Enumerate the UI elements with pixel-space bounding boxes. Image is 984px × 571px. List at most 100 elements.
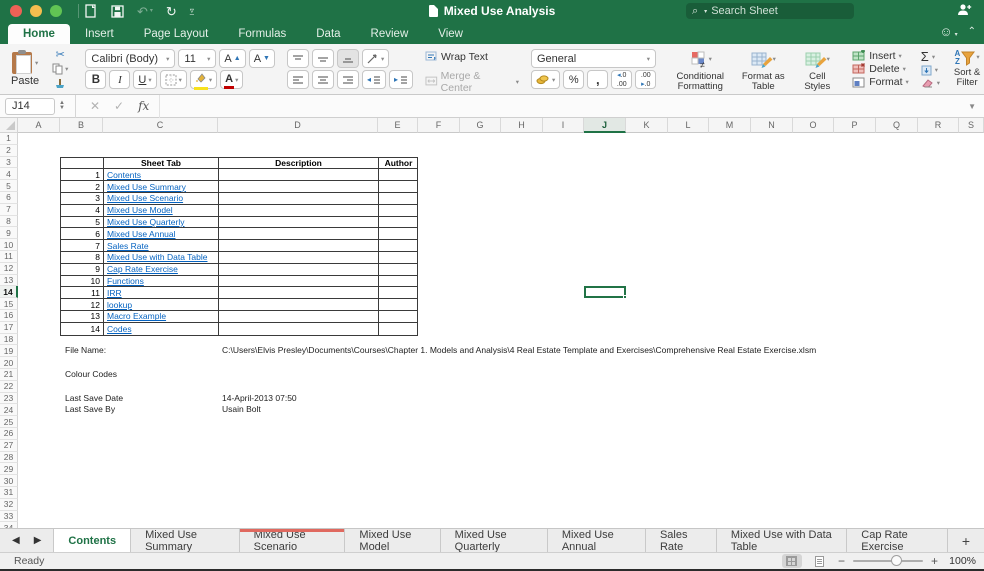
column-header-F[interactable]: F bbox=[418, 118, 460, 133]
sheet-tab-sales-rate[interactable]: Sales Rate bbox=[646, 529, 717, 553]
row-header-23[interactable]: 23 bbox=[0, 392, 18, 405]
align-center-button[interactable] bbox=[311, 70, 334, 89]
column-header-A[interactable]: A bbox=[18, 118, 60, 133]
sheet-link-functions[interactable]: Functions bbox=[107, 276, 144, 286]
sheet-link-mixed-use-annual[interactable]: Mixed Use Annual bbox=[107, 229, 176, 239]
column-header-J[interactable]: J bbox=[584, 118, 626, 133]
normal-view-button[interactable] bbox=[781, 554, 802, 568]
sheet-tab-cap-rate-exercise[interactable]: Cap Rate Exercise bbox=[847, 529, 948, 553]
row-header-10[interactable]: 10 bbox=[0, 239, 18, 251]
author-cell[interactable] bbox=[379, 323, 418, 335]
row-header-29[interactable]: 29 bbox=[0, 463, 18, 476]
paste-button[interactable]: ▾ Paste bbox=[7, 49, 43, 88]
insert-cells-button[interactable]: Insert ▾ bbox=[852, 49, 909, 62]
sheet-link-mixed-use-scenario[interactable]: Mixed Use Scenario bbox=[107, 193, 183, 203]
sheet-link-mixed-use-summary[interactable]: Mixed Use Summary bbox=[107, 182, 186, 192]
ribbon-tab-review[interactable]: Review bbox=[356, 24, 424, 44]
undo-icon[interactable]: ↶ ▾ bbox=[137, 5, 153, 18]
formula-bar-expand-icon[interactable]: ▼ bbox=[968, 102, 976, 111]
ribbon-tab-formulas[interactable]: Formulas bbox=[223, 24, 301, 44]
number-format-select[interactable]: General ▾ bbox=[531, 49, 656, 68]
sheet-link-contents[interactable]: Contents bbox=[107, 170, 141, 180]
share-person-add-icon[interactable] bbox=[957, 3, 972, 19]
search-sheet-input[interactable]: ⌕ ▾ Search Sheet bbox=[686, 3, 854, 19]
select-all-corner[interactable] bbox=[0, 118, 18, 133]
sheet-tab-contents[interactable]: Contents bbox=[53, 529, 132, 552]
column-header-H[interactable]: H bbox=[501, 118, 543, 133]
bold-button[interactable]: B bbox=[85, 70, 107, 89]
author-cell[interactable] bbox=[379, 193, 418, 205]
sheet-link-lookup[interactable]: lookup bbox=[107, 300, 132, 310]
sheet-tab-mixed-use-model[interactable]: Mixed Use Model bbox=[345, 529, 441, 553]
row-header-11[interactable]: 11 bbox=[0, 250, 18, 263]
page-layout-view-button[interactable] bbox=[810, 554, 830, 568]
currency-format-button[interactable]: ▾ bbox=[531, 70, 561, 89]
sheet-link-mixed-use-quarterly[interactable]: Mixed Use Quarterly bbox=[107, 217, 184, 227]
align-left-button[interactable] bbox=[286, 70, 309, 89]
author-cell[interactable] bbox=[379, 228, 418, 241]
next-sheet-icon[interactable]: ▶ bbox=[34, 535, 42, 546]
decrease-decimal-button[interactable]: .00 ▸.0 bbox=[635, 70, 657, 89]
row-header-16[interactable]: 16 bbox=[0, 309, 18, 322]
row-header-27[interactable]: 27 bbox=[0, 439, 18, 452]
row-header-1[interactable]: 1 bbox=[0, 133, 18, 145]
sheet-link-mixed-use-model[interactable]: Mixed Use Model bbox=[107, 205, 173, 215]
align-bottom-button[interactable] bbox=[336, 49, 359, 68]
underline-button[interactable]: U ▾ bbox=[133, 70, 157, 89]
fill-color-button[interactable]: ▾ bbox=[189, 70, 218, 90]
row-header-12[interactable]: 12 bbox=[0, 262, 18, 275]
description-cell[interactable] bbox=[219, 287, 379, 300]
close-window-button[interactable] bbox=[10, 5, 22, 17]
add-sheet-button[interactable]: + bbox=[948, 529, 984, 552]
cut-button[interactable]: ✂ bbox=[47, 47, 73, 61]
font-size-select[interactable]: 11 ▾ bbox=[178, 49, 217, 68]
sheet-link-mixed-use-with-data-table[interactable]: Mixed Use with Data Table bbox=[107, 252, 207, 262]
decrease-indent-button[interactable]: ◂ bbox=[361, 70, 386, 89]
author-cell[interactable] bbox=[379, 217, 418, 229]
name-box-stepper[interactable]: ▲ ▼ bbox=[59, 100, 65, 112]
clear-button[interactable]: ▾ bbox=[921, 77, 940, 90]
author-cell[interactable] bbox=[379, 311, 418, 323]
cell-styles-button[interactable]: ▾ Cell Styles bbox=[794, 49, 840, 94]
author-cell[interactable] bbox=[379, 287, 418, 300]
ribbon-tab-data[interactable]: Data bbox=[301, 24, 355, 44]
description-cell[interactable] bbox=[219, 299, 379, 311]
autosum-button[interactable]: Σ ▾ bbox=[921, 49, 940, 64]
row-header-24[interactable]: 24 bbox=[0, 404, 18, 417]
zoom-out-button[interactable]: − bbox=[838, 554, 845, 568]
column-header-M[interactable]: M bbox=[709, 118, 751, 133]
row-header-32[interactable]: 32 bbox=[0, 498, 18, 511]
sheet-tab-mixed-use-quarterly[interactable]: Mixed Use Quarterly bbox=[441, 529, 548, 553]
description-cell[interactable] bbox=[219, 263, 379, 276]
cancel-icon[interactable]: ✕ bbox=[90, 99, 100, 113]
insert-function-icon[interactable]: fx bbox=[138, 99, 149, 113]
description-cell[interactable] bbox=[219, 310, 379, 323]
merge-center-button[interactable]: Merge & Center ▾ bbox=[425, 70, 519, 94]
description-cell[interactable] bbox=[219, 216, 379, 229]
row-header-6[interactable]: 6 bbox=[0, 191, 18, 204]
redo-icon[interactable]: ↻ bbox=[166, 5, 177, 18]
italic-button[interactable]: I bbox=[109, 70, 131, 89]
increase-font-size-button[interactable]: A ▲ bbox=[219, 49, 246, 68]
fill-handle[interactable] bbox=[623, 295, 627, 300]
sheet-link-codes[interactable]: Codes bbox=[107, 324, 132, 334]
sheet-tab-mixed-use-summary[interactable]: Mixed Use Summary bbox=[131, 529, 240, 553]
customize-quick-access-icon[interactable]: ▿̲ bbox=[190, 7, 194, 15]
row-header-22[interactable]: 22 bbox=[0, 380, 18, 393]
align-top-button[interactable] bbox=[286, 49, 309, 68]
increase-indent-button[interactable]: ▸ bbox=[388, 70, 413, 89]
sheet-tab-mixed-use-annual[interactable]: Mixed Use Annual bbox=[548, 529, 646, 553]
row-header-17[interactable]: 17 bbox=[0, 321, 18, 334]
row-header-9[interactable]: 9 bbox=[0, 227, 18, 240]
sheet-link-macro-example[interactable]: Macro Example bbox=[107, 311, 166, 321]
author-cell[interactable] bbox=[379, 252, 418, 264]
column-header-E[interactable]: E bbox=[378, 118, 418, 133]
save-icon[interactable] bbox=[111, 4, 124, 18]
author-cell[interactable] bbox=[379, 276, 418, 288]
author-cell[interactable] bbox=[379, 299, 418, 311]
new-workbook-icon[interactable] bbox=[85, 4, 98, 18]
author-cell[interactable] bbox=[379, 205, 418, 217]
feedback-smiley-icon[interactable]: ☺ ▾ bbox=[939, 24, 957, 39]
row-header-8[interactable]: 8 bbox=[0, 215, 18, 228]
enter-icon[interactable]: ✓ bbox=[114, 99, 124, 113]
